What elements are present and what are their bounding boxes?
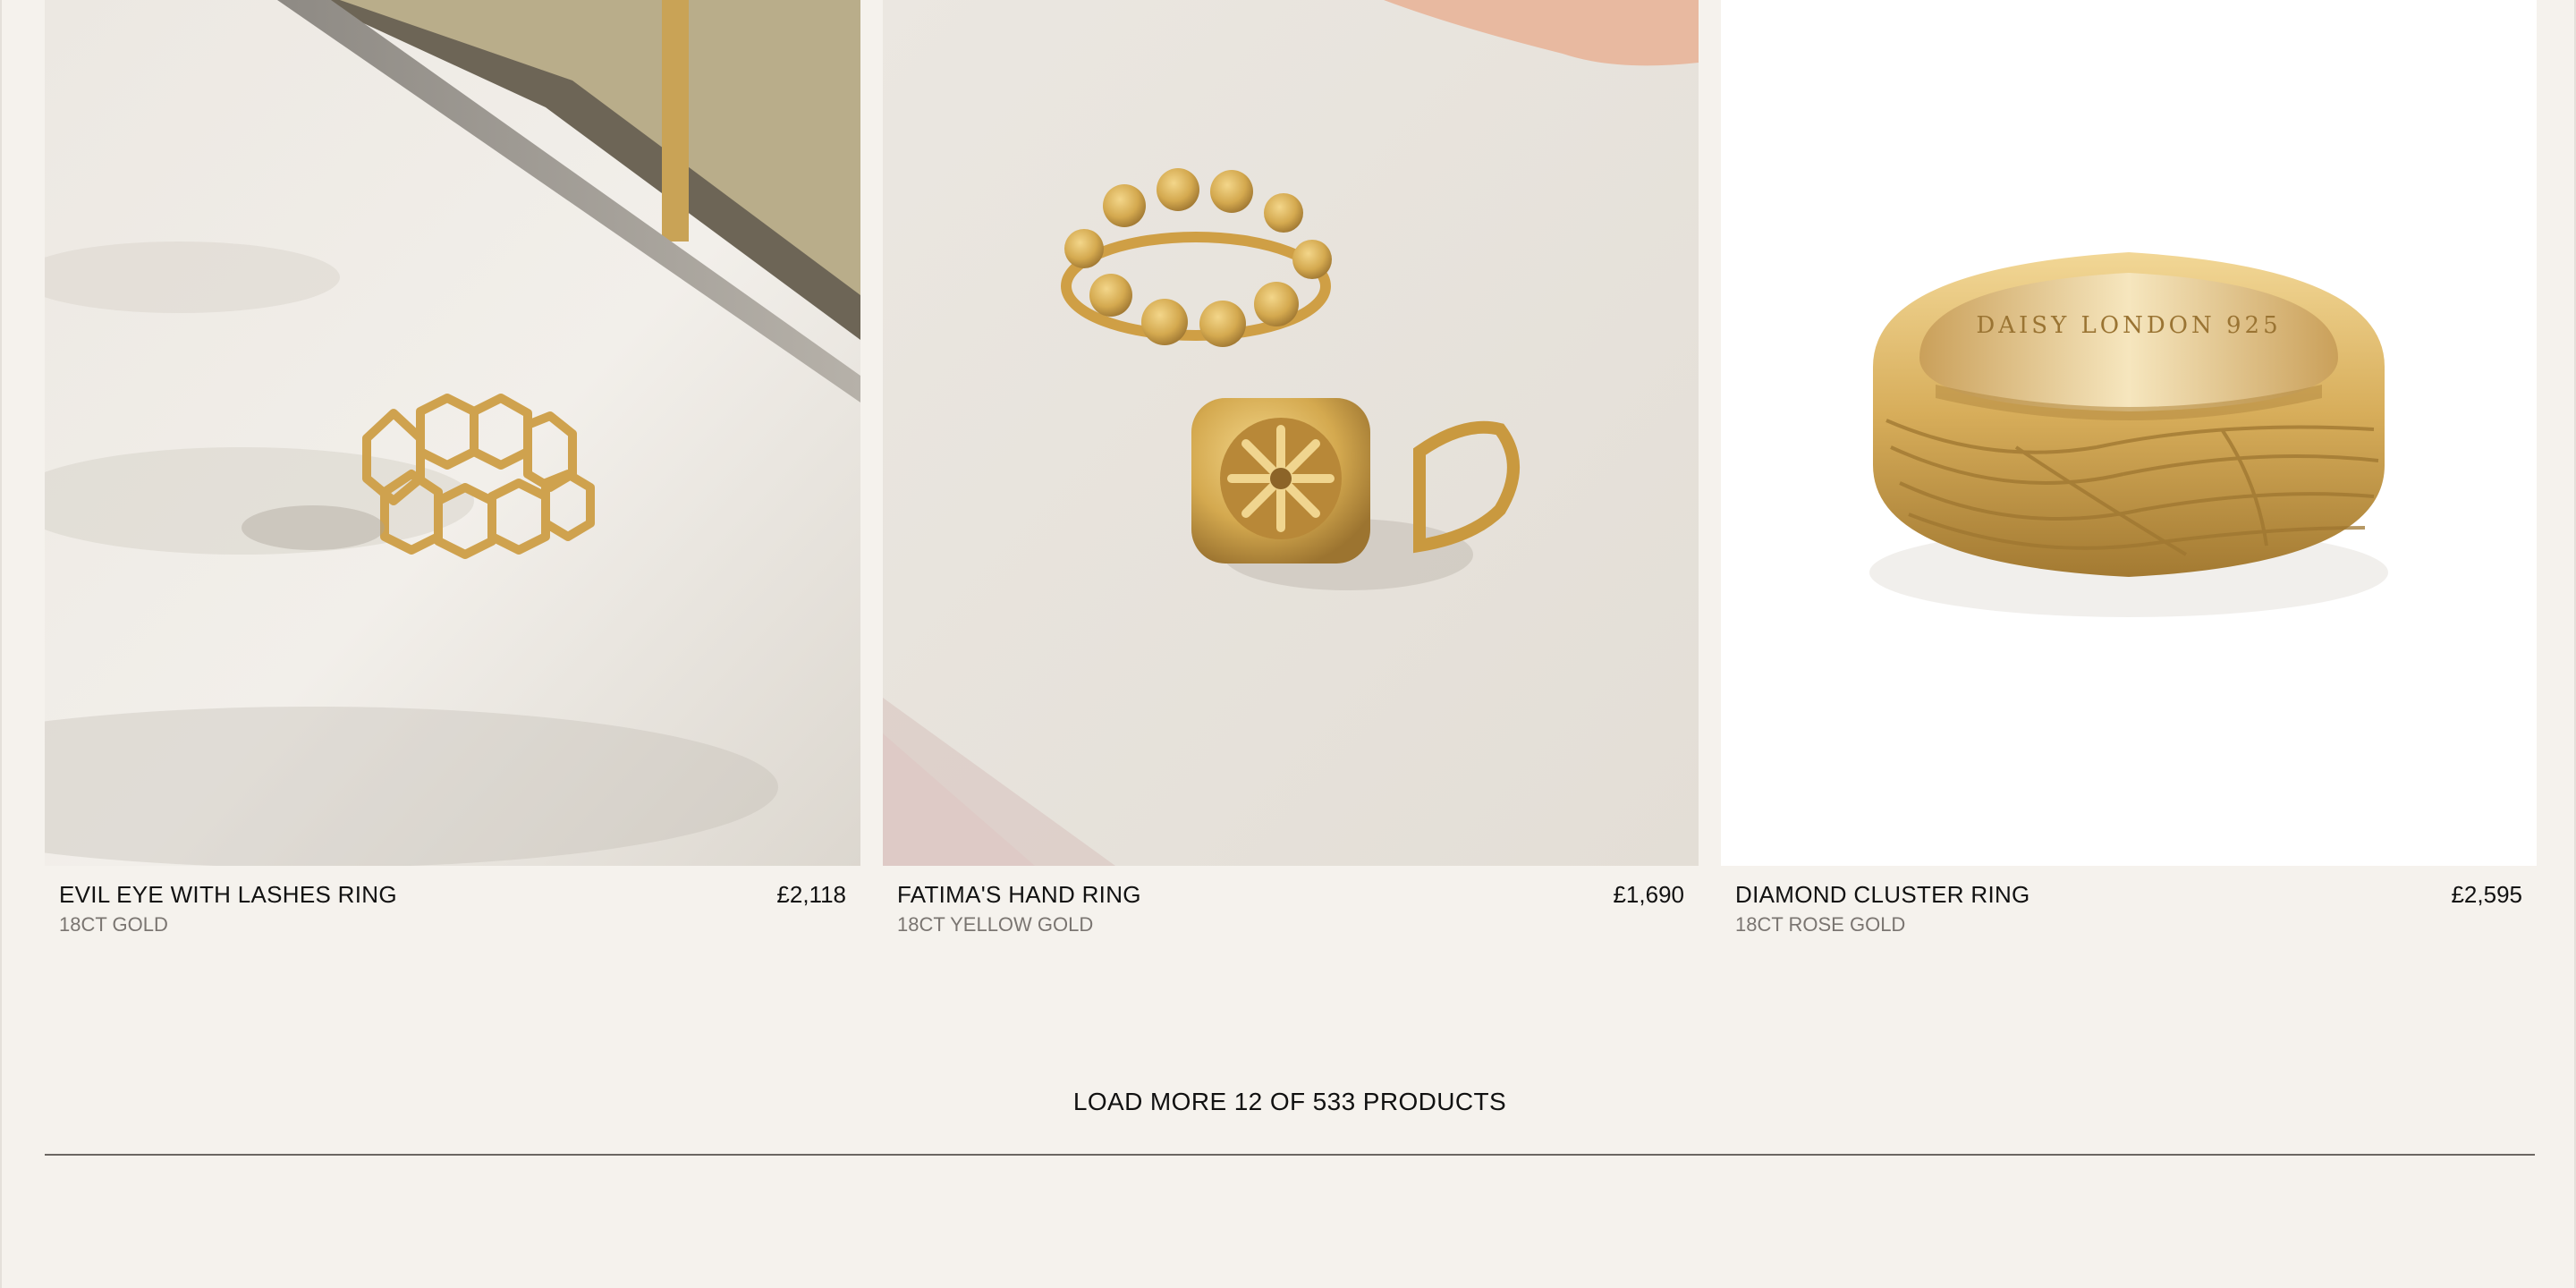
load-more-button[interactable]: LOAD MORE 12 OF 533 PRODUCTS — [45, 1084, 2535, 1120]
signet-ring-photo-icon — [883, 0, 1699, 866]
product-image[interactable] — [883, 0, 1699, 866]
product-card[interactable]: EVIL EYE WITH LASHES RING 18CT GOLD £2,1… — [45, 0, 860, 937]
product-info: DIAMOND CLUSTER RING 18CT ROSE GOLD £2,5… — [1721, 866, 2537, 937]
product-material: 18CT ROSE GOLD — [1735, 913, 1906, 936]
textured-band-ring-photo-icon: DAISY LONDON 925 — [1721, 0, 2537, 866]
product-name[interactable]: FATIMA'S HAND RING — [897, 880, 1141, 909]
product-image[interactable]: DAISY LONDON 925 — [1721, 0, 2537, 866]
product-name[interactable]: DIAMOND CLUSTER RING — [1735, 880, 2030, 909]
product-grid: EVIL EYE WITH LASHES RING 18CT GOLD £2,1… — [45, 0, 2537, 937]
product-price: £2,595 — [2451, 881, 2522, 908]
product-material: 18CT GOLD — [59, 913, 168, 936]
product-card[interactable]: DAISY LONDON 925 DIAMOND CLUSTER RING 18… — [1721, 0, 2537, 937]
honeycomb-ring-photo-icon — [45, 0, 860, 866]
product-card[interactable]: FATIMA'S HAND RING 18CT YELLOW GOLD £1,6… — [883, 0, 1699, 937]
load-more-divider — [45, 1154, 2535, 1156]
product-name[interactable]: EVIL EYE WITH LASHES RING — [59, 880, 397, 909]
product-price: £2,118 — [776, 881, 846, 908]
product-image[interactable] — [45, 0, 860, 866]
product-material: 18CT YELLOW GOLD — [897, 913, 1094, 936]
product-listing-page: EVIL EYE WITH LASHES RING 18CT GOLD £2,1… — [0, 0, 2576, 1288]
product-info: EVIL EYE WITH LASHES RING 18CT GOLD £2,1… — [45, 866, 860, 937]
product-price: £1,690 — [1613, 881, 1684, 908]
product-info: FATIMA'S HAND RING 18CT YELLOW GOLD £1,6… — [883, 866, 1699, 937]
engraving-text: DAISY LONDON 925 — [1976, 312, 2281, 339]
